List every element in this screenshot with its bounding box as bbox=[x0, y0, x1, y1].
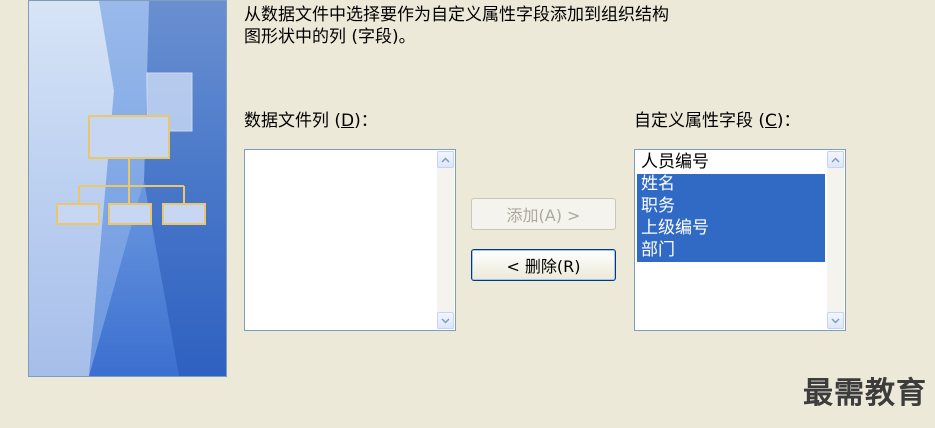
custom-fields-list[interactable]: 人员编号 姓名 职务 上级编号 部门 bbox=[634, 149, 846, 331]
data-file-columns-label-prefix: 数据文件列 ( bbox=[244, 111, 342, 131]
scroll-down-button[interactable] bbox=[437, 312, 454, 329]
list-item[interactable]: 部门 bbox=[637, 240, 825, 262]
custom-fields-scrollbar[interactable] bbox=[827, 151, 844, 329]
list-item[interactable]: 上级编号 bbox=[637, 218, 825, 240]
data-file-columns-label-suffix: )： bbox=[354, 111, 378, 131]
instruction-line-2: 图形状中的列 (字段)。 bbox=[244, 27, 416, 47]
chevron-down-icon bbox=[831, 317, 840, 324]
custom-fields-label-key: C bbox=[765, 111, 777, 131]
instruction-text: 从数据文件中选择要作为自定义属性字段添加到组织结构 图形状中的列 (字段)。 bbox=[244, 4, 844, 48]
wizard-illustration bbox=[28, 0, 227, 377]
custom-fields-items: 人员编号 姓名 职务 上级编号 部门 bbox=[637, 152, 825, 262]
list-item[interactable]: 姓名 bbox=[637, 174, 825, 196]
org-chart-illustration-icon bbox=[29, 1, 226, 376]
add-button[interactable]: 添加(A) > bbox=[471, 198, 616, 230]
chevron-up-icon bbox=[441, 156, 450, 163]
watermark-text: 最需教育 bbox=[803, 376, 927, 411]
custom-fields-label-suffix: )： bbox=[776, 111, 801, 131]
scroll-up-button[interactable] bbox=[827, 151, 844, 168]
delete-button[interactable]: < 删除(R) bbox=[471, 249, 616, 281]
list-item[interactable]: 人员编号 bbox=[637, 152, 825, 174]
scroll-down-button[interactable] bbox=[827, 312, 844, 329]
chevron-down-icon bbox=[441, 317, 450, 324]
data-file-columns-label: 数据文件列 (D)： bbox=[244, 106, 378, 131]
custom-fields-label: 自定义属性字段 (C)： bbox=[634, 106, 801, 131]
list-item[interactable]: 职务 bbox=[637, 196, 825, 218]
data-file-columns-scrollbar[interactable] bbox=[437, 151, 454, 329]
data-file-columns-list[interactable] bbox=[244, 149, 456, 331]
scroll-up-button[interactable] bbox=[437, 151, 454, 168]
chevron-up-icon bbox=[831, 156, 840, 163]
data-file-columns-label-key: D bbox=[341, 111, 355, 131]
instruction-line-1: 从数据文件中选择要作为自定义属性字段添加到组织结构 bbox=[244, 5, 669, 25]
custom-fields-label-prefix: 自定义属性字段 ( bbox=[634, 111, 766, 131]
